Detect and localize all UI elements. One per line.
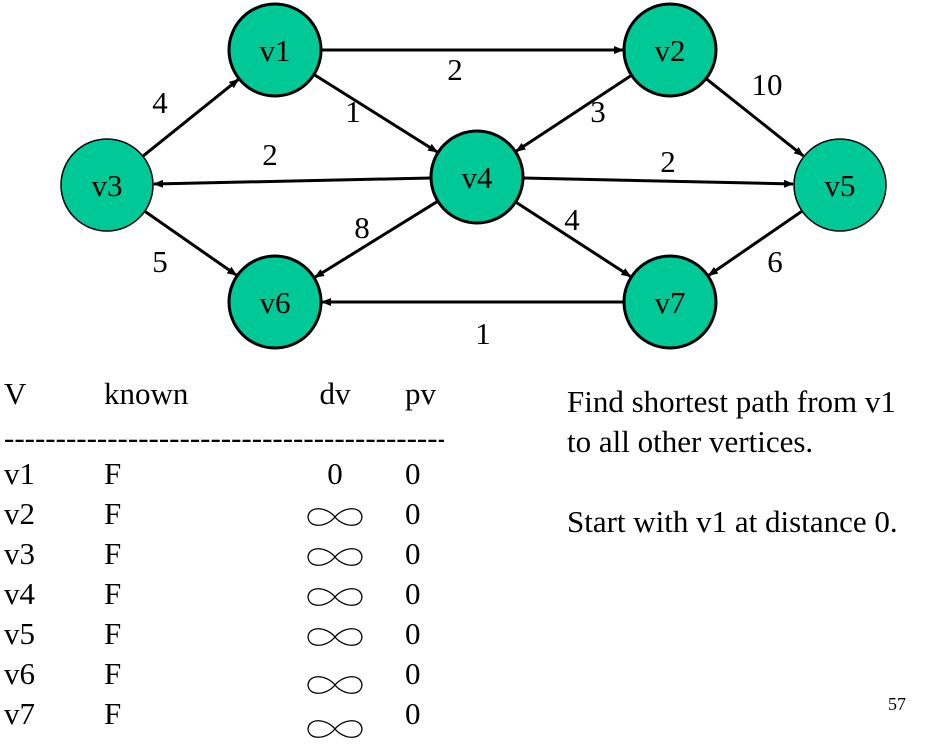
cell-dv: [305, 534, 365, 574]
header-v: V: [4, 376, 27, 411]
page-number: 57: [888, 694, 906, 714]
cell-known: F: [104, 616, 122, 651]
header-dv: dv: [319, 376, 351, 411]
cell-dv: [305, 494, 365, 534]
edge-v4-v6: [314, 199, 439, 279]
edge-weight-v5-v7: 6: [767, 244, 783, 279]
cell-known: F: [104, 696, 122, 731]
infinity-icon: [307, 719, 363, 738]
cell-known: F: [104, 456, 122, 491]
cell-pv: 0: [405, 496, 421, 531]
cell-pv: 0: [405, 536, 421, 571]
node-label-v3: v3: [92, 168, 123, 203]
instruction-line-1: Find shortest path from v1: [567, 384, 896, 419]
node-v6: v6: [227, 254, 323, 350]
cell-vertex: v2: [4, 496, 35, 531]
infinity-icon: [307, 507, 363, 526]
cell-dv: [305, 574, 365, 614]
edge-weight-v4-v5: 2: [660, 144, 676, 179]
cell-pv: 0: [405, 656, 421, 691]
table-row: v2 F 0: [0, 494, 460, 534]
cell-pv: 0: [405, 616, 421, 651]
instructions: Find shortest path from v1 to all other …: [567, 382, 898, 542]
cell-dv: [305, 694, 365, 738]
edge-weight-v7-v6: 1: [475, 316, 491, 351]
node-v3: v3: [60, 138, 154, 232]
edge-weight-v3-v6: 5: [152, 244, 168, 279]
node-v4: v4: [429, 129, 525, 225]
table-row: v7 F 0: [0, 694, 460, 738]
cell-vertex: v1: [4, 456, 35, 491]
table-row: v1 F 0 0: [0, 454, 460, 494]
cell-known: F: [104, 656, 122, 691]
node-v1: v1: [227, 2, 323, 98]
node-label-v7: v7: [655, 285, 686, 320]
node-label-v4: v4: [462, 160, 494, 195]
cell-dv: [305, 654, 365, 694]
edge-weight-v1-v4: 1: [345, 94, 361, 129]
edge-weight-v1-v2: 2: [447, 52, 463, 87]
node-v5: v5: [793, 138, 887, 232]
table-header-row: V known dv pv: [0, 374, 460, 414]
table-row: v5 F 0: [0, 614, 460, 654]
infinity-icon: [307, 627, 363, 646]
cell-dv: [305, 614, 365, 654]
edge-weight-v4-v3: 2: [262, 137, 278, 172]
node-label-v2: v2: [655, 33, 686, 68]
header-pv: pv: [405, 376, 436, 411]
cell-pv: 0: [405, 696, 421, 731]
table-row: v6 F 0: [0, 654, 460, 694]
cell-known: F: [104, 496, 122, 531]
graph-diagram: v1 v2 v3 v4 v5 v6 v7 2 1 3 10 4 5 2 2 8 4 6 1: [60, 2, 887, 351]
edge-weight-v2-v5: 10: [752, 67, 783, 102]
node-v7: v7: [622, 254, 718, 350]
infinity-icon: [307, 587, 363, 606]
cell-known: F: [104, 576, 122, 611]
cell-vertex: v7: [4, 696, 35, 731]
edge-v4-v5: [522, 176, 795, 188]
edge-weight-v4-v7: 4: [564, 202, 580, 237]
edge-weight-v2-v4: 3: [590, 94, 606, 129]
cell-vertex: v4: [4, 576, 35, 611]
header-known: known: [104, 376, 189, 411]
edge-weight-v3-v1: 4: [152, 85, 168, 120]
node-label-v1: v1: [260, 33, 291, 68]
edge-v4-v3: [152, 176, 432, 188]
node-label-v5: v5: [825, 168, 856, 203]
table-separator: ----------------------------------------…: [4, 420, 444, 455]
edge-v1-v4: [313, 73, 439, 154]
cell-vertex: v5: [4, 616, 35, 651]
edge-weight-v4-v6: 8: [354, 210, 370, 245]
node-label-v6: v6: [260, 285, 291, 320]
cell-known: F: [104, 536, 122, 571]
cell-pv: 0: [405, 576, 421, 611]
instruction-line-2: to all other vertices.: [567, 424, 814, 459]
cell-vertex: v3: [4, 536, 35, 571]
node-v2: v2: [622, 2, 718, 98]
cell-pv: 0: [405, 456, 421, 491]
edge-v5-v7: [707, 209, 803, 277]
instruction-line-3: Start with v1 at distance 0.: [567, 504, 898, 539]
cell-vertex: v6: [4, 656, 35, 691]
table-row: v3 F 0: [0, 534, 460, 574]
edge-v2-v4: [515, 74, 633, 153]
infinity-icon: [307, 547, 363, 566]
table-row: v4 F 0: [0, 574, 460, 614]
cell-dv: 0: [327, 456, 343, 491]
